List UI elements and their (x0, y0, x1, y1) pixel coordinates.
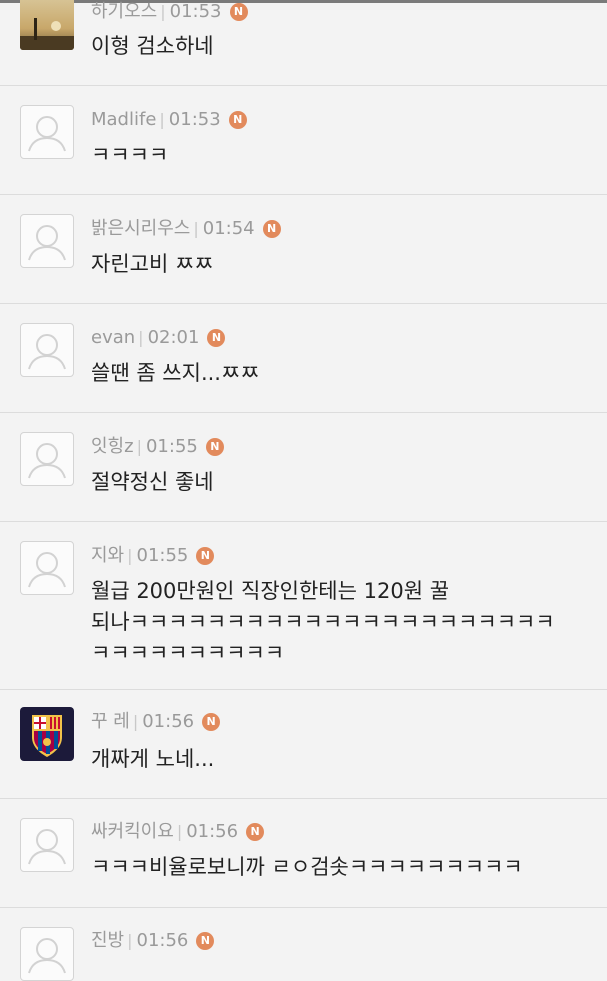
username[interactable]: 진방 (91, 930, 124, 951)
user-avatar[interactable] (20, 927, 74, 981)
comment-time: 01:54 (202, 218, 255, 239)
new-badge: N (262, 220, 281, 238)
comment-time: 01:53 (168, 109, 221, 130)
meta-separator: | (136, 437, 142, 456)
comment-item[interactable]: 지와 | 01:55 N 월급 200만원인 직장인한테는 120원 꿀 되나ㅋㅋㅋㅋ… (0, 522, 607, 690)
comment-meta: evan | 02:01 N (91, 326, 226, 350)
comment-meta: 하기오스 | 01:53 N (91, 0, 248, 24)
username[interactable]: 싸커킥이요 (91, 821, 174, 842)
default-user-icon (28, 443, 66, 479)
username[interactable]: 꾸 레 (91, 711, 130, 732)
meta-separator: | (159, 110, 165, 129)
meta-separator: | (138, 328, 144, 347)
new-badge: N (196, 932, 215, 950)
comment-time: 01:56 (186, 821, 239, 842)
default-user-icon (28, 116, 66, 152)
user-avatar[interactable] (20, 214, 74, 268)
comment-text: 쓸땐 좀 쓰지...ㅉㅉ (91, 361, 260, 385)
meta-separator: | (160, 2, 166, 21)
comment-meta: 꾸 레 | 01:56 N (91, 710, 221, 734)
comment-item[interactable]: 잇힝z | 01:55 N 절약정신 좋네 (0, 413, 607, 522)
comment-text: 자린고비 ㅉㅉ (91, 252, 214, 276)
comment-text: ㅋㅋㅋ비율로보니까 ㄹㅇ검솟ㅋㅋㅋㅋㅋㅋㅋㅋㅋ (91, 855, 523, 879)
comment-time: 01:53 (169, 1, 222, 22)
comment-time: 02:01 (147, 327, 200, 348)
user-avatar[interactable] (20, 323, 74, 377)
comment-item[interactable]: 꾸 레 | 01:56 N 개짜게 노네... (0, 690, 607, 799)
default-user-icon (28, 938, 66, 974)
comment-text: 절약정신 좋네 (91, 470, 214, 494)
meta-separator: | (127, 546, 133, 565)
username[interactable]: Madlife (91, 109, 156, 130)
comment-time: 01:56 (142, 711, 195, 732)
comment-text: 월급 200만원인 직장인한테는 120원 꿀 (91, 579, 450, 603)
new-badge: N (202, 713, 221, 731)
sunset-photo-icon (20, 0, 74, 50)
comment-meta: 밝은시리우스 | 01:54 N (91, 217, 281, 241)
username[interactable]: 잇힝z (91, 436, 134, 457)
comment-meta: Madlife | 01:53 N (91, 108, 247, 132)
new-badge: N (196, 547, 215, 565)
comment-time: 01:55 (145, 436, 198, 457)
comment-meta: 진방 | 01:56 N (91, 929, 215, 953)
comment-meta: 지와 | 01:55 N (91, 544, 215, 568)
new-badge: N (207, 329, 226, 347)
username[interactable]: 지와 (91, 545, 124, 566)
comment-item[interactable]: 진방 | 01:56 N (0, 908, 607, 981)
default-user-icon (28, 552, 66, 588)
new-badge: N (228, 111, 247, 129)
meta-separator: | (127, 931, 133, 950)
username[interactable]: 밝은시리우스 (91, 218, 190, 239)
default-user-icon (28, 225, 66, 261)
comment-meta: 싸커킥이요 | 01:56 N (91, 820, 265, 844)
comment-meta: 잇힝z | 01:55 N (91, 435, 224, 459)
meta-separator: | (132, 712, 139, 731)
user-avatar[interactable] (20, 105, 74, 159)
username[interactable]: evan (91, 327, 135, 348)
comment-item[interactable]: 싸커킥이요 | 01:56 N ㅋㅋㅋ비율로보니까 ㄹㅇ검솟ㅋㅋㅋㅋㅋㅋㅋㅋㅋ (0, 799, 607, 908)
meta-separator: | (193, 219, 199, 238)
username[interactable]: 하기오스 (91, 1, 157, 22)
meta-separator: | (176, 822, 183, 841)
fc-barcelona-crest-icon (20, 707, 74, 761)
comment-item[interactable]: Madlife | 01:53 N ㅋㅋㅋㅋ (0, 86, 607, 195)
comment-item[interactable]: 하기오스 | 01:53 N 이형 검소하네 (0, 0, 607, 86)
comment-text: ㅋㅋㅋㅋ (91, 143, 169, 167)
default-user-icon (28, 829, 66, 865)
comment-time: 01:55 (136, 545, 189, 566)
comment-item[interactable]: evan | 02:01 N 쓸땐 좀 쓰지...ㅉㅉ (0, 304, 607, 413)
user-avatar[interactable] (20, 432, 74, 486)
default-user-icon (28, 334, 66, 370)
comment-text: 개짜게 노네... (91, 747, 215, 771)
user-avatar[interactable] (20, 0, 74, 50)
new-badge: N (205, 438, 224, 456)
comment-text: 이형 검소하네 (91, 34, 214, 58)
new-badge: N (229, 3, 248, 21)
comment-item[interactable]: 밝은시리우스 | 01:54 N 자린고비 ㅉㅉ (0, 195, 607, 304)
comment-time: 01:56 (136, 930, 189, 951)
comment-text-line-3: ㅋㅋㅋㅋㅋㅋㅋㅋㅋㅋ (91, 641, 285, 665)
user-avatar[interactable] (20, 541, 74, 595)
user-avatar[interactable] (20, 818, 74, 872)
user-avatar[interactable] (20, 707, 74, 761)
comment-text-line-2: 되나ㅋㅋㅋㅋㅋㅋㅋㅋㅋㅋㅋㅋㅋㅋㅋㅋㅋㅋㅋㅋㅋㅋ (91, 610, 555, 634)
new-badge: N (246, 823, 265, 841)
